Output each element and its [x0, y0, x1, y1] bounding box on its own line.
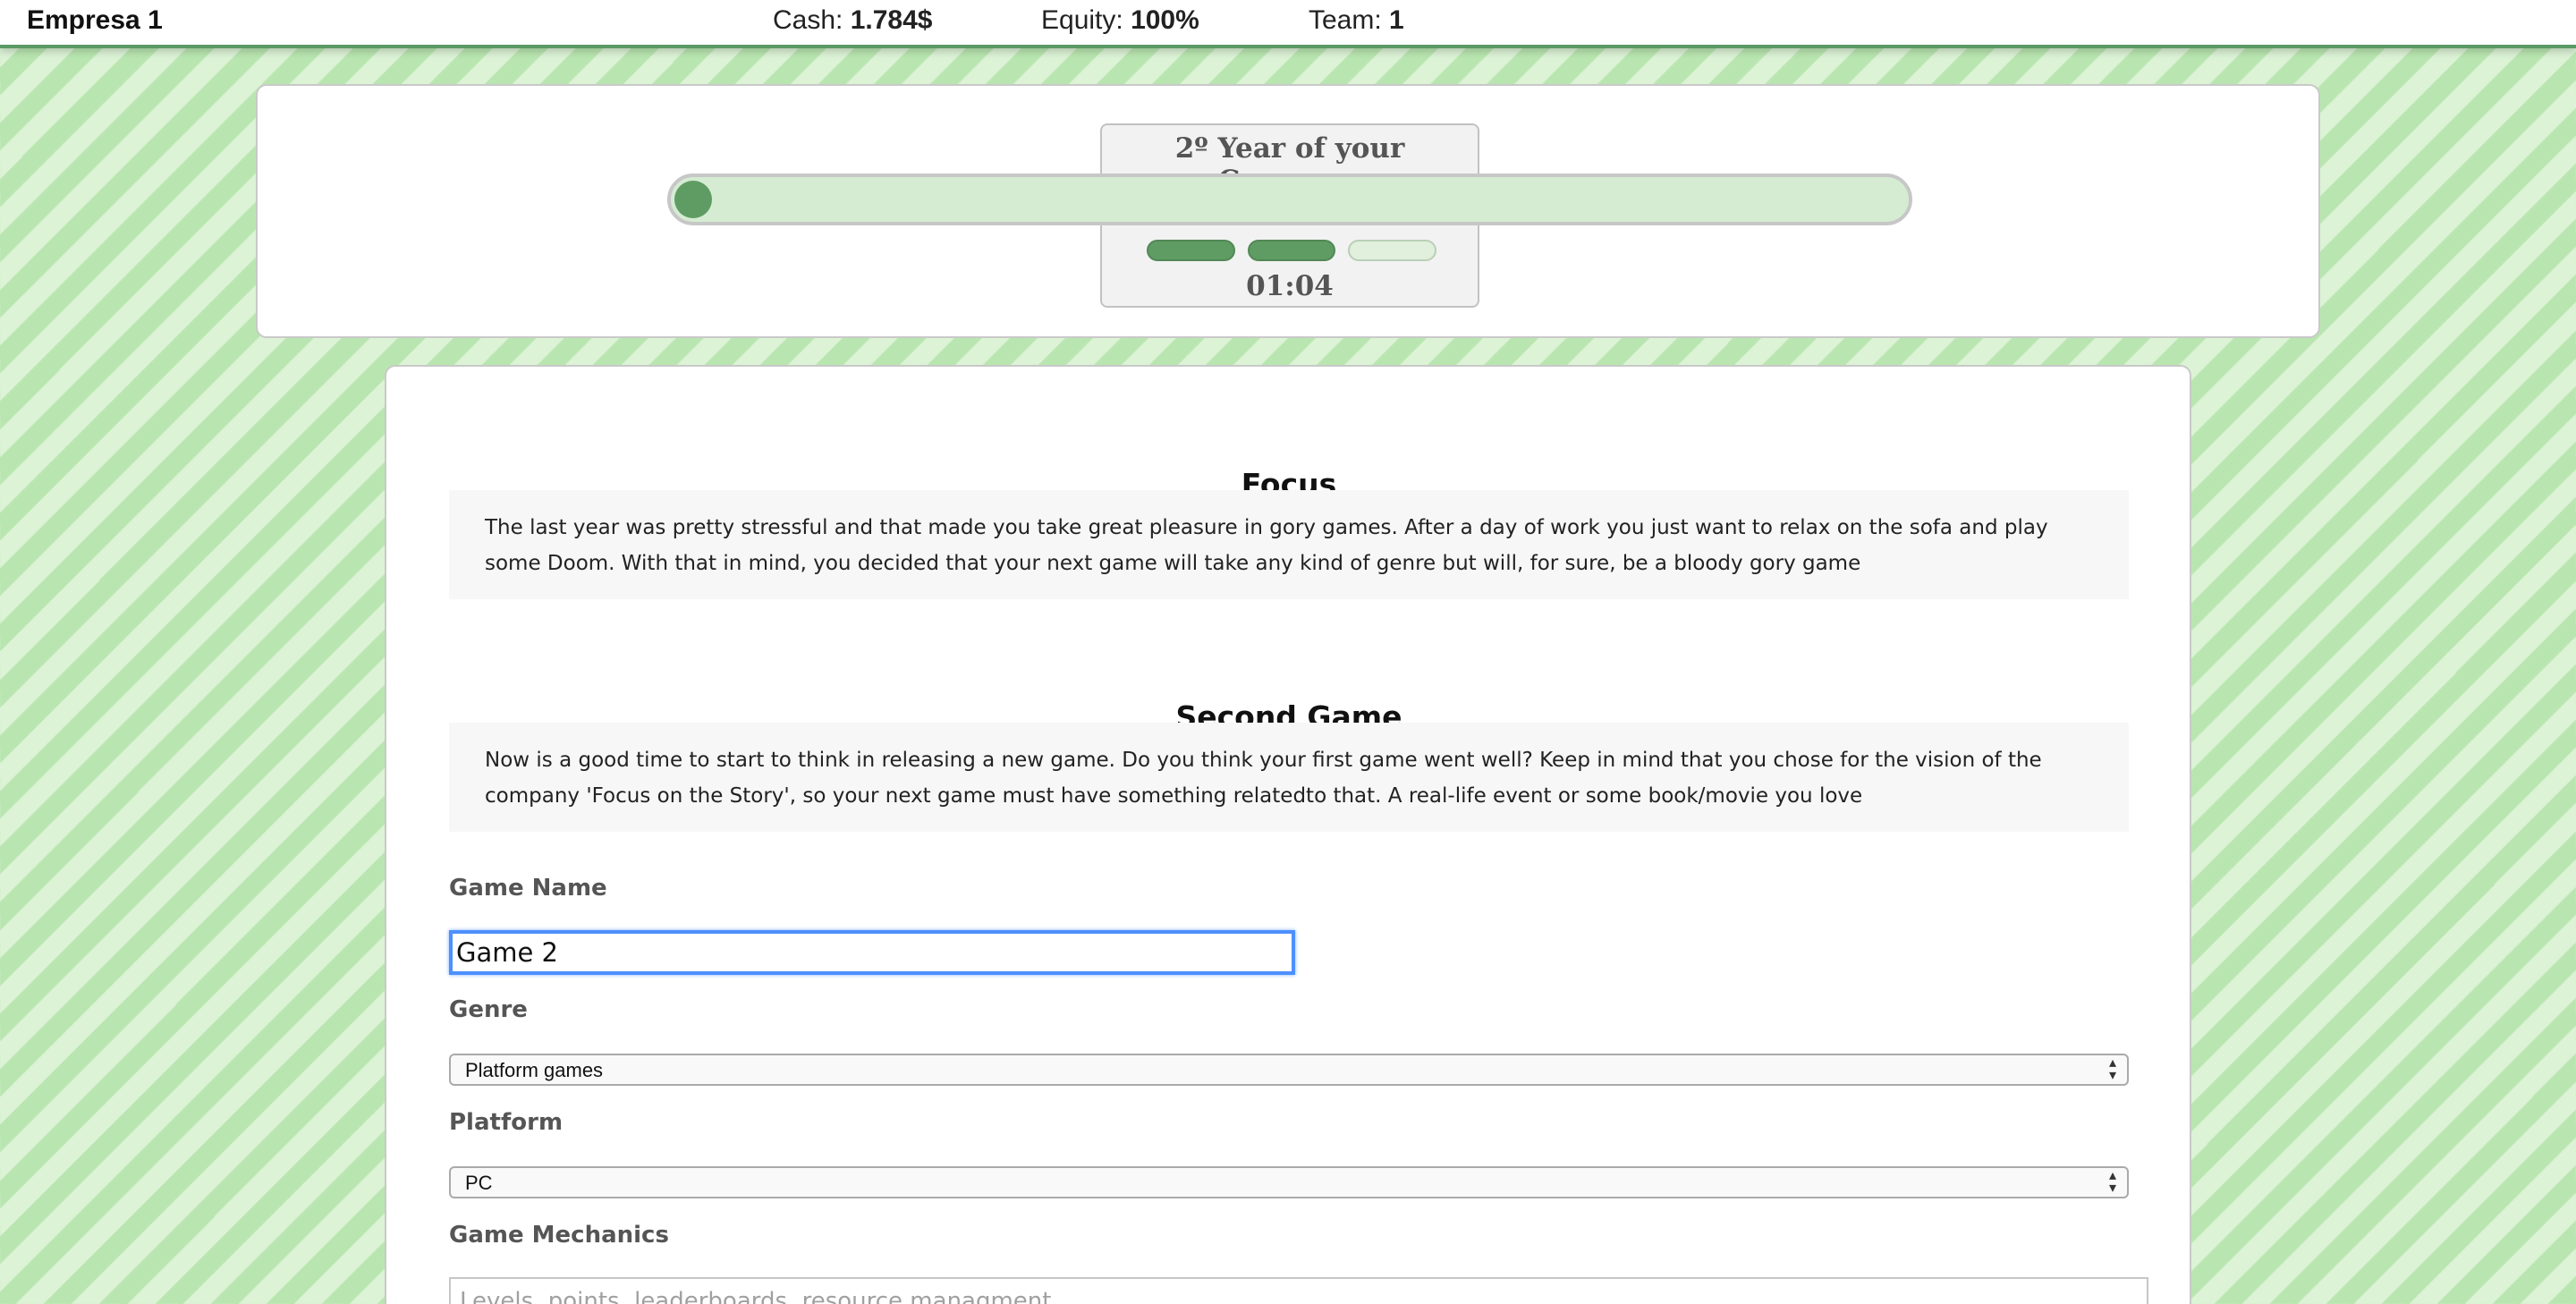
focus-description: The last year was pretty stressful and t… — [449, 490, 2129, 599]
genre-label: Genre — [449, 996, 528, 1023]
select-arrows-icon: ▴ ▾ — [2108, 1168, 2116, 1196]
game-mechanics-textarea[interactable]: Levels, points, leaderboards, resource m… — [449, 1277, 2148, 1304]
equity-label: Equity: — [1041, 5, 1123, 35]
step-indicator — [1147, 240, 1235, 261]
genre-selected-value: Platform games — [465, 1059, 604, 1081]
content-panel: Focus The last year was pretty stressful… — [385, 365, 2191, 1304]
team-stat: Team: 1 — [1309, 5, 1404, 36]
game-name-input[interactable] — [449, 930, 1295, 975]
select-arrows-icon: ▴ ▾ — [2108, 1055, 2116, 1083]
game-name-label: Game Name — [449, 875, 607, 902]
company-name: Empresa 1 — [27, 5, 163, 35]
equity-stat: Equity: 100% — [1041, 5, 1199, 36]
timeline-panel: 2º Year of your Company 01:04 — [256, 84, 2320, 338]
step-indicator — [1348, 240, 1437, 261]
step-indicators — [1147, 240, 1437, 263]
game-mechanics-label: Game Mechanics — [449, 1222, 669, 1249]
step-indicator — [1247, 240, 1336, 261]
team-label: Team: — [1309, 5, 1382, 35]
team-value: 1 — [1389, 5, 1404, 35]
platform-selected-value: PC — [465, 1172, 493, 1194]
cash-value: 1.784$ — [850, 5, 933, 35]
cash-stat: Cash: 1.784$ — [773, 5, 932, 36]
timer: 01:04 — [1246, 270, 1334, 302]
year-progress-bar — [667, 174, 1912, 225]
cash-label: Cash: — [773, 5, 843, 35]
genre-select[interactable]: Platform games ▴ ▾ — [449, 1054, 2129, 1086]
platform-select[interactable]: PC ▴ ▾ — [449, 1166, 2129, 1198]
top-bar: Empresa 1 Cash: 1.784$ Equity: 100% Team… — [0, 0, 2576, 48]
platform-label: Platform — [449, 1109, 564, 1136]
year-progress-fill — [674, 181, 712, 218]
equity-value: 100% — [1131, 5, 1199, 35]
second-game-description: Now is a good time to start to think in … — [449, 723, 2129, 832]
